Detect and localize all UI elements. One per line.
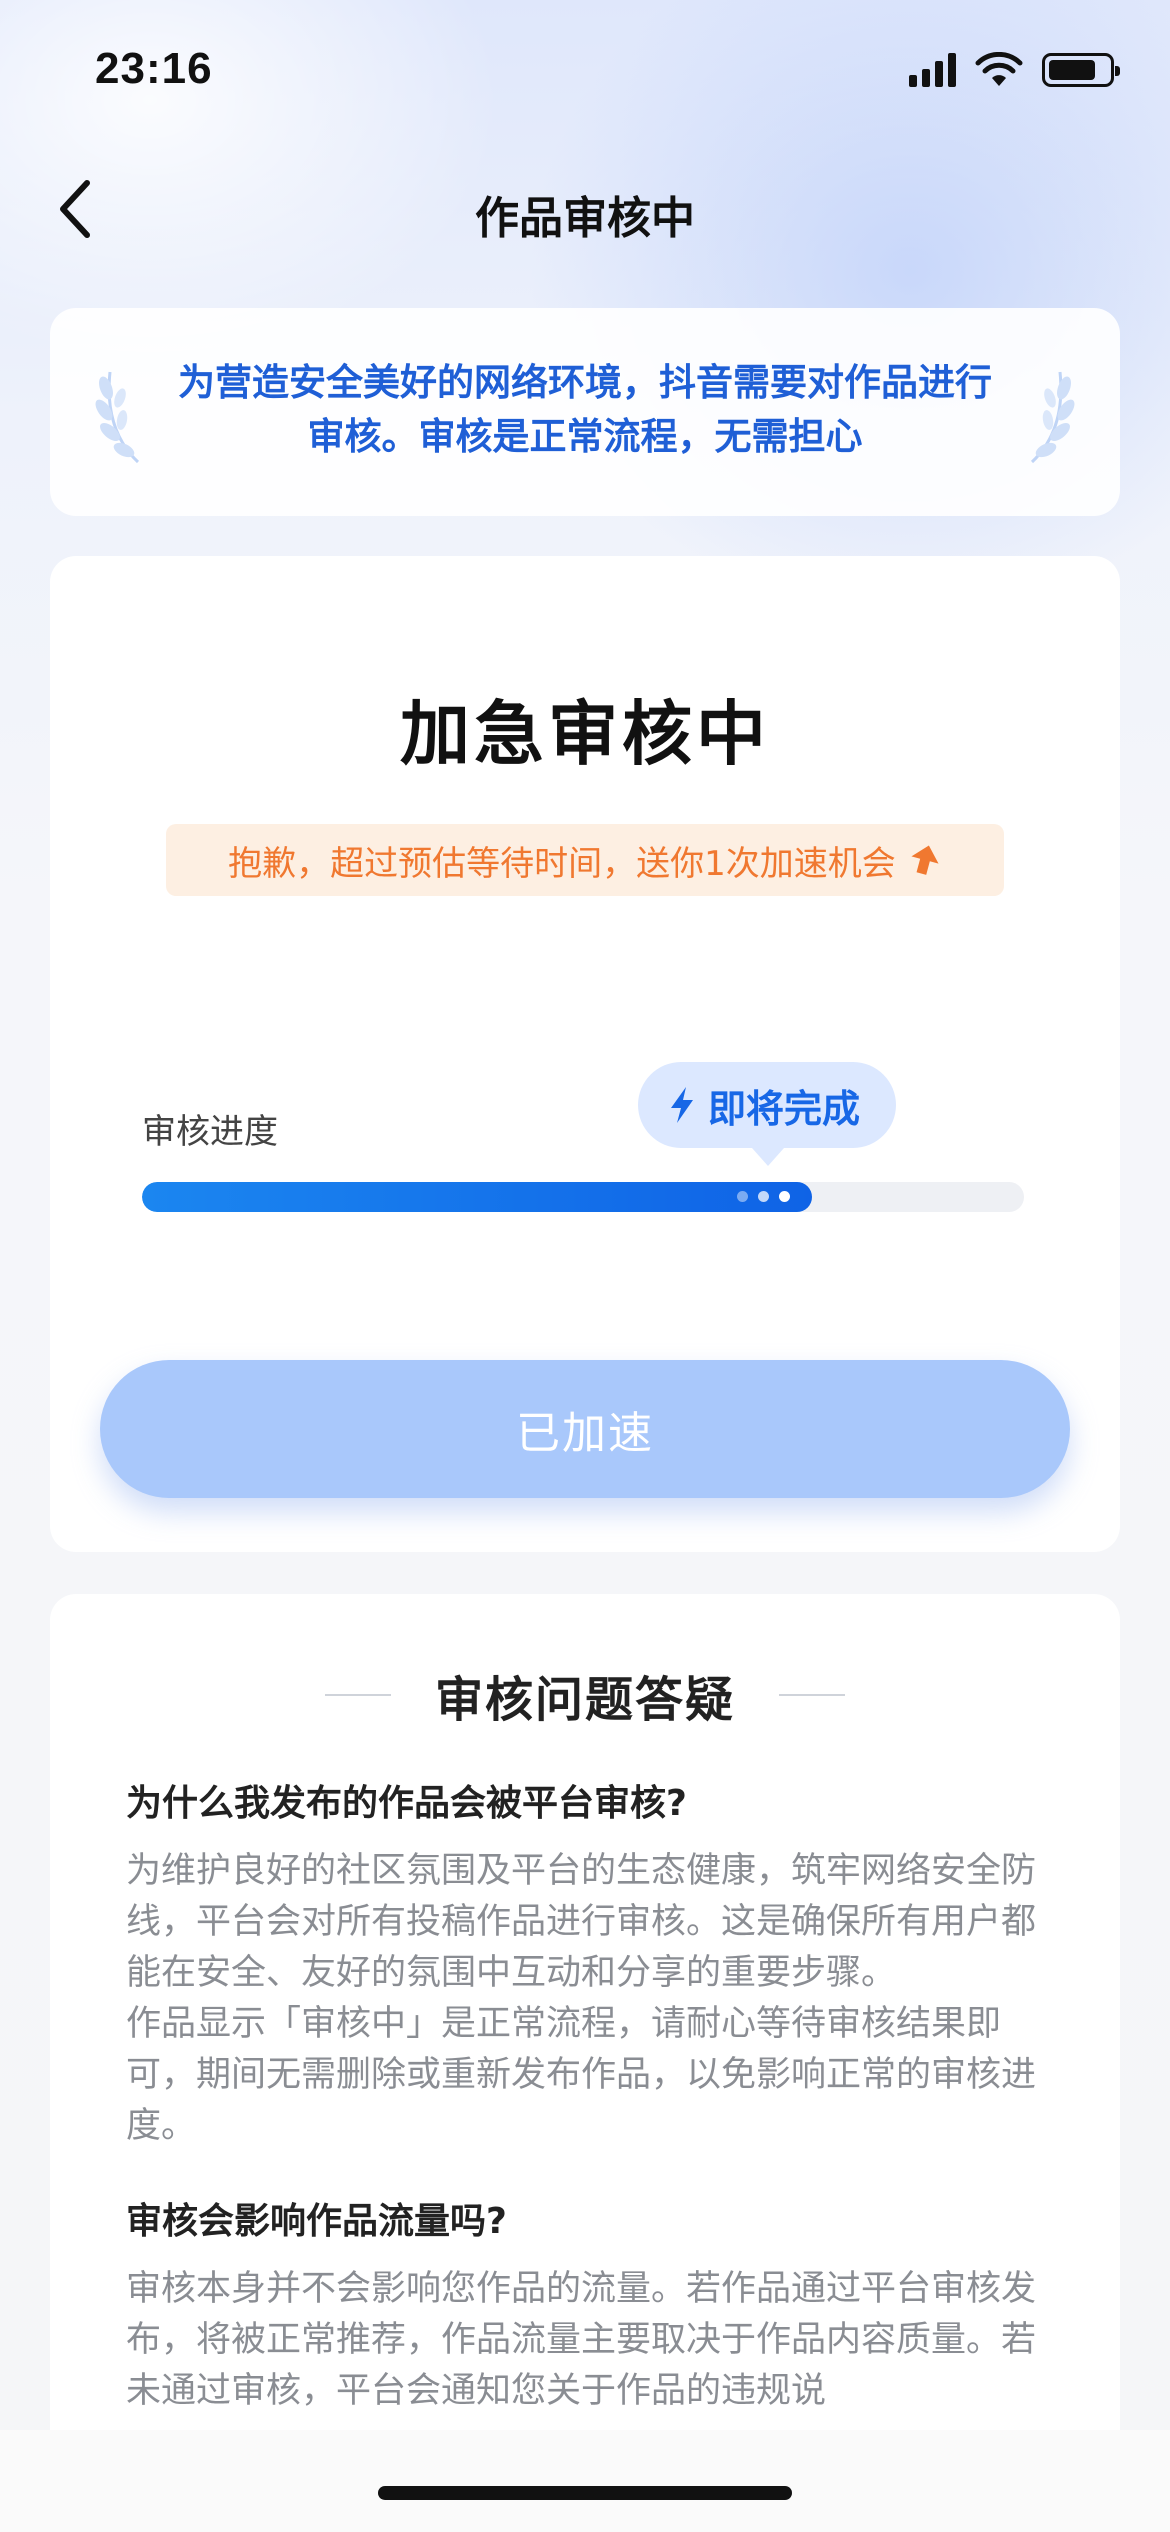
progress-bar-fill [142,1182,813,1212]
faq-list: 为什么我发布的作品会被平台审核? 为维护良好的社区氛围及平台的生态健康，筑牢网络… [126,1774,1040,2417]
apology-banner: 抱歉，超过预估等待时间，送你1次加速机会 [166,824,1004,896]
home-indicator[interactable] [378,2486,792,2500]
battery-icon [1042,53,1120,87]
faq-question: 审核会影响作品流量吗? [126,2201,507,2242]
laurel-icon [95,371,140,464]
accelerated-button[interactable]: 已加速 [100,1360,1070,1498]
bottom-safe-area [0,2430,1170,2532]
progress-dots [737,1191,791,1202]
progress-tooltip: 即将完成 [638,1062,897,1166]
apology-text: 抱歉，超过预估等待时间，送你1次加速机会 [228,843,896,884]
battery-level [1049,60,1096,80]
page: 23:16 作品审核中 为营造安全美好的网络环境，抖音需要对作品进行审核。审核是… [0,0,1170,2532]
status-bar: 23:16 [0,0,1170,140]
laurel-icon [1030,371,1075,464]
navigation-bar: 作品审核中 [0,160,1170,260]
cellular-signal-icon [909,53,956,87]
speed-up-arrow-icon [911,845,939,875]
progress-bar [142,1182,1024,1212]
progress-tooltip-text: 即将完成 [708,1086,861,1131]
faq-header: 审核问题答疑 [50,1660,1120,1730]
faq-title: 审核问题答疑 [434,1672,735,1728]
progress-label: 审核进度 [142,1112,278,1152]
faq-question: 为什么我发布的作品会被平台审核? [126,1783,687,1824]
faq-card: 审核问题答疑 为什么我发布的作品会被平台审核? 为维护良好的社区氛围及平台的生态… [50,1594,1120,2532]
status-icons [909,52,1120,88]
status-time: 23:16 [95,44,213,93]
divider [324,1694,391,1696]
notice-card: 为营造安全美好的网络环境，抖音需要对作品进行审核。审核是正常流程，无需担心 [50,308,1120,516]
review-status-card: 加急审核中 抱歉，超过预估等待时间，送你1次加速机会 审核进度 即将完成 已加速 [50,556,1120,1552]
wifi-icon [975,52,1023,86]
page-title: 作品审核中 [475,193,695,244]
faq-answer: 作品显示「审核中」是正常流程，请耐心等待审核结果即可，期间无需删除或重新发布作品… [126,2004,1037,2146]
faq-answer: 为维护良好的社区氛围及平台的生态健康，筑牢网络安全防线，平台会对所有投稿作品进行… [126,1851,1037,1993]
notice-text: 为营造安全美好的网络环境，抖音需要对作品进行审核。审核是正常流程，无需担心 [178,361,992,458]
divider [779,1694,845,1696]
lightning-icon [671,1087,693,1123]
review-status-title: 加急审核中 [400,693,770,775]
faq-answer: 审核本身并不会影响您作品的流量。若作品通过平台审核发布，将被正常推荐，作品流量主… [126,2269,1037,2411]
